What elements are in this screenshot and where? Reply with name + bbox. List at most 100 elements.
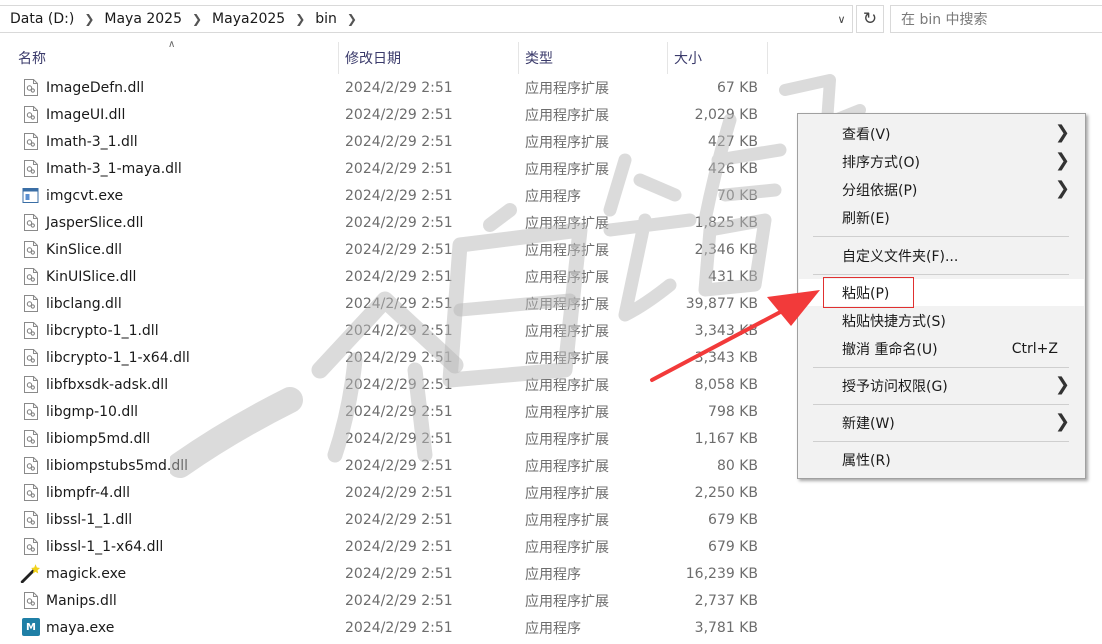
breadcrumb-item-maya2025[interactable]: Maya2025	[210, 11, 287, 27]
menu-item-paste-shortcut-label: 粘贴快捷方式(S)	[842, 313, 946, 330]
refresh-icon[interactable]: ↻	[856, 5, 884, 33]
file-row[interactable]: ImageUI.dll 2024/2/29 2:51 应用程序扩展 2,029 KB	[0, 101, 780, 128]
file-type: 应用程序扩展	[525, 404, 609, 421]
column-header-date[interactable]: 修改日期	[339, 42, 519, 74]
file-type: 应用程序扩展	[525, 107, 609, 124]
chevron-right-icon[interactable]: ❯	[339, 12, 365, 26]
file-size: 8,058 KB	[694, 376, 758, 393]
file-type: 应用程序	[525, 620, 581, 637]
file-size: 2,250 KB	[694, 484, 758, 501]
file-date: 2024/2/29 2:51	[345, 160, 453, 177]
file-row[interactable]: libssl-1_1-x64.dll 2024/2/29 2:51 应用程序扩展 67…	[0, 533, 780, 560]
file-name: Imath-3_1.dll	[46, 133, 138, 150]
file-row[interactable]: libfbxsdk-adsk.dll 2024/2/29 2:51 应用程序扩展 8,…	[0, 371, 780, 398]
column-header: 名称 ∧ 修改日期 类型 大小	[0, 39, 780, 74]
file-row[interactable]: libmpfr-4.dll 2024/2/29 2:51 应用程序扩展 2,250 K…	[0, 479, 780, 506]
file-size: 2,737 KB	[694, 592, 758, 609]
chevron-down-icon[interactable]: ∨	[830, 5, 853, 33]
file-size: 80 KB	[716, 457, 758, 474]
file-row[interactable]: imgcvt.exe 2024/2/29 2:51 应用程序 70 KB	[0, 182, 780, 209]
file-name: libcrypto-1_1-x64.dll	[46, 349, 190, 366]
file-date: 2024/2/29 2:51	[345, 619, 453, 636]
file-date: 2024/2/29 2:51	[345, 430, 453, 447]
file-type: 应用程序	[525, 188, 581, 205]
menu-item-view[interactable]: 查看(V) ❯	[799, 120, 1084, 147]
file-date: 2024/2/29 2:51	[345, 538, 453, 555]
file-name: KinSlice.dll	[46, 241, 123, 258]
file-size: 3,343 KB	[694, 322, 758, 339]
breadcrumb-item-drive[interactable]: Data (D:)	[8, 11, 76, 27]
file-type: 应用程序扩展	[525, 539, 609, 556]
file-name: libiompstubs5md.dll	[46, 457, 189, 474]
file-type: 应用程序扩展	[525, 431, 609, 448]
file-row[interactable]: libcrypto-1_1-x64.dll 2024/2/29 2:51 应用程序扩…	[0, 344, 780, 371]
search-input[interactable]: 在 bin 中搜索	[890, 5, 1102, 33]
chevron-right-icon[interactable]: ❯	[184, 12, 210, 26]
chevron-right-icon[interactable]: ❯	[76, 12, 102, 26]
sort-ascending-icon: ∧	[168, 39, 176, 50]
file-size: 2,346 KB	[694, 241, 758, 258]
menu-item-refresh[interactable]: 刷新(E)	[799, 204, 1084, 231]
file-row[interactable]: libiomp5md.dll 2024/2/29 2:51 应用程序扩展 1,167 …	[0, 425, 780, 452]
file-date: 2024/2/29 2:51	[345, 457, 453, 474]
file-type: 应用程序扩展	[525, 134, 609, 151]
file-date: 2024/2/29 2:51	[345, 268, 453, 285]
file-size: 426 KB	[708, 160, 758, 177]
menu-item-sort-by[interactable]: 排序方式(O) ❯	[799, 148, 1084, 175]
file-row[interactable]: Imath-3_1.dll 2024/2/29 2:51 应用程序扩展 427 KB	[0, 128, 780, 155]
file-size: 1,825 KB	[694, 214, 758, 231]
menu-separator	[813, 441, 1069, 442]
menu-separator	[813, 404, 1069, 405]
file-date: 2024/2/29 2:51	[345, 565, 453, 582]
menu-item-sort-by-label: 排序方式(O)	[842, 154, 920, 171]
address-bar: Data (D:) ❯ Maya 2025 ❯ Maya2025 ❯ bin ❯…	[0, 0, 1102, 38]
menu-item-undo-rename-label: 撤消 重命名(U)	[842, 341, 938, 358]
file-name: libclang.dll	[46, 295, 122, 312]
file-row[interactable]: KinSlice.dll 2024/2/29 2:51 应用程序扩展 2,346 KB	[0, 236, 780, 263]
menu-item-paste-shortcut[interactable]: 粘贴快捷方式(S)	[799, 307, 1084, 334]
file-size: 67 KB	[716, 79, 758, 96]
menu-item-customize-folder[interactable]: 自定义文件夹(F)...	[799, 242, 1084, 269]
menu-item-undo-rename[interactable]: 撤消 重命名(U) Ctrl+Z	[799, 335, 1084, 362]
file-row[interactable]: JasperSlice.dll 2024/2/29 2:51 应用程序扩展 1,825…	[0, 209, 780, 236]
menu-item-group-by[interactable]: 分组依据(P) ❯	[799, 176, 1084, 203]
file-name: libssl-1_1-x64.dll	[46, 538, 164, 555]
file-size: 679 KB	[708, 511, 758, 528]
menu-item-undo-shortcut: Ctrl+Z	[1011, 340, 1058, 357]
menu-item-give-access-label: 授予访问权限(G)	[842, 378, 948, 395]
column-header-size[interactable]: 大小	[668, 42, 768, 74]
file-type: 应用程序扩展	[525, 242, 609, 259]
file-size: 431 KB	[708, 268, 758, 285]
menu-item-give-access[interactable]: 授予访问权限(G) ❯	[799, 372, 1084, 399]
file-row[interactable]: Manips.dll 2024/2/29 2:51 应用程序扩展 2,737 KB	[0, 587, 780, 614]
file-name: Imath-3_1-maya.dll	[46, 160, 182, 177]
column-header-name[interactable]: 名称	[12, 42, 339, 74]
file-row[interactable]: libgmp-10.dll 2024/2/29 2:51 应用程序扩展 798 KB	[0, 398, 780, 425]
column-header-type[interactable]: 类型	[519, 42, 668, 74]
file-type: 应用程序扩展	[525, 458, 609, 475]
file-date: 2024/2/29 2:51	[345, 403, 453, 420]
file-row[interactable]: Mmaya.exe 2024/2/29 2:51 应用程序 3,781 KB	[0, 614, 780, 641]
breadcrumb-item-maya-2025[interactable]: Maya 2025	[102, 11, 184, 27]
breadcrumb-item-bin[interactable]: bin	[313, 11, 339, 27]
file-name: imgcvt.exe	[46, 187, 124, 204]
file-row[interactable]: libcrypto-1_1.dll 2024/2/29 2:51 应用程序扩展 3,3…	[0, 317, 780, 344]
file-row[interactable]: Imath-3_1-maya.dll 2024/2/29 2:51 应用程序扩展 42…	[0, 155, 780, 182]
file-type: 应用程序扩展	[525, 269, 609, 286]
file-row[interactable]: libclang.dll 2024/2/29 2:51 应用程序扩展 39,877 K…	[0, 290, 780, 317]
file-row[interactable]: libiompstubs5md.dll 2024/2/29 2:51 应用程序扩展 8…	[0, 452, 780, 479]
file-size: 39,877 KB	[685, 295, 758, 312]
file-row[interactable]: magick.exe 2024/2/29 2:51 应用程序 16,239 KB	[0, 560, 780, 587]
file-row[interactable]: ImageDefn.dll 2024/2/29 2:51 应用程序扩展 67 KB	[0, 74, 780, 101]
file-name: JasperSlice.dll	[46, 214, 144, 231]
menu-item-properties[interactable]: 属性(R)	[799, 446, 1084, 473]
file-date: 2024/2/29 2:51	[345, 187, 453, 204]
breadcrumb[interactable]: Data (D:) ❯ Maya 2025 ❯ Maya2025 ❯ bin ❯	[0, 5, 853, 33]
file-row[interactable]: libssl-1_1.dll 2024/2/29 2:51 应用程序扩展 679 KB	[0, 506, 780, 533]
menu-item-new[interactable]: 新建(W) ❯	[799, 409, 1084, 436]
file-row[interactable]: KinUISlice.dll 2024/2/29 2:51 应用程序扩展 431 KB	[0, 263, 780, 290]
chevron-right-icon[interactable]: ❯	[287, 12, 313, 26]
column-header-date-label: 修改日期	[345, 51, 401, 67]
file-date: 2024/2/29 2:51	[345, 592, 453, 609]
file-date: 2024/2/29 2:51	[345, 376, 453, 393]
